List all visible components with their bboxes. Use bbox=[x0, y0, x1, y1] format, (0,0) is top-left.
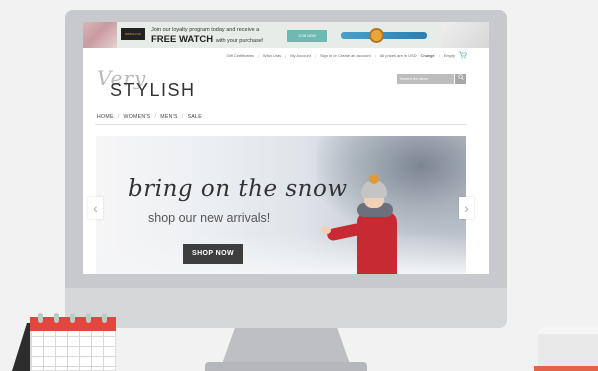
join-now-button[interactable]: JOIN NOW bbox=[287, 30, 327, 42]
promo-brand-logo: WATCH CO bbox=[121, 28, 145, 40]
hero-subtitle: shop our new arrivals! bbox=[148, 211, 271, 225]
watch-strap-image bbox=[341, 32, 427, 39]
monitor-chin bbox=[65, 288, 507, 328]
cup-rim bbox=[538, 326, 598, 334]
nav-separator: / bbox=[117, 114, 120, 120]
watch-face-image bbox=[369, 28, 384, 43]
nav-womens[interactable]: WOMEN'S bbox=[124, 114, 151, 120]
calendar-ring bbox=[70, 313, 75, 323]
calendar-ring bbox=[86, 313, 91, 323]
my-account-link[interactable]: My Account bbox=[290, 53, 311, 58]
child-hat-pompom bbox=[369, 174, 379, 184]
promo-sneakers-image bbox=[441, 22, 489, 48]
shop-now-button[interactable]: SHOP NOW bbox=[183, 244, 243, 264]
util-separator: | bbox=[257, 53, 259, 58]
search-input[interactable]: Search the store bbox=[397, 74, 454, 84]
nav-mens[interactable]: MEN'S bbox=[160, 114, 177, 120]
gift-certificates-link[interactable]: Gift Certificates bbox=[227, 53, 254, 58]
child-hand bbox=[321, 226, 331, 234]
calendar-ring bbox=[38, 313, 43, 323]
calendar-ring bbox=[54, 313, 59, 323]
cart-icon[interactable] bbox=[459, 51, 468, 59]
nav-home[interactable]: HOME bbox=[97, 114, 114, 120]
promo-free-watch: FREE WATCH bbox=[151, 34, 214, 45]
nav-sale[interactable]: SALE bbox=[188, 114, 202, 120]
promo-text-line2: FREE WATCH with your purchase! bbox=[151, 34, 263, 45]
monitor-stand-base bbox=[205, 362, 367, 371]
search-button[interactable] bbox=[455, 74, 466, 84]
child-red-coat bbox=[357, 212, 397, 274]
browser-screen: WATCH CO Join our loyalty program today … bbox=[83, 22, 489, 274]
hero-child-photo bbox=[311, 174, 411, 274]
promo-text-rest: with your purchase! bbox=[215, 38, 264, 44]
currency-note: All prices are in USD bbox=[379, 53, 417, 58]
promo-banner[interactable]: WATCH CO Join our loyalty program today … bbox=[83, 22, 489, 48]
coffee-cup bbox=[534, 326, 598, 371]
hero-slide[interactable]: bring on the snow shop our new arrivals!… bbox=[96, 136, 466, 274]
sign-in-link[interactable]: Sign in or Create an account bbox=[320, 53, 371, 58]
calendar-ring bbox=[102, 313, 107, 323]
monitor-stand-neck bbox=[222, 328, 350, 364]
cup-saucer bbox=[534, 366, 598, 371]
util-separator: | bbox=[285, 53, 287, 58]
desk-calendar bbox=[12, 313, 116, 371]
change-currency-link[interactable]: Change bbox=[421, 53, 435, 58]
promo-shoes-image bbox=[83, 22, 117, 48]
wish-lists-link[interactable]: Wish Lists bbox=[263, 53, 281, 58]
logo-wordmark[interactable]: STYLISH bbox=[110, 80, 196, 101]
nav-separator: / bbox=[154, 114, 157, 120]
utility-nav: Gift Certificates | Wish Lists | My Accoun… bbox=[227, 53, 455, 58]
nav-divider bbox=[95, 124, 467, 125]
cart-status[interactable]: Empty bbox=[444, 53, 455, 58]
promo-text-line1: Join our loyalty program today and recei… bbox=[151, 27, 260, 33]
desk-scene: WATCH CO Join our loyalty program today … bbox=[0, 0, 598, 371]
chevron-right-icon[interactable]: › bbox=[459, 197, 474, 219]
chevron-left-icon[interactable]: ‹ bbox=[88, 197, 103, 219]
util-separator: | bbox=[314, 53, 316, 58]
main-nav: HOME / WOMEN'S / MEN'S / SALE bbox=[97, 114, 202, 120]
util-separator: | bbox=[374, 53, 376, 58]
search-icon bbox=[457, 74, 464, 80]
util-separator: | bbox=[438, 53, 440, 58]
cart-icon-graphic bbox=[459, 51, 468, 59]
nav-separator: / bbox=[181, 114, 184, 120]
